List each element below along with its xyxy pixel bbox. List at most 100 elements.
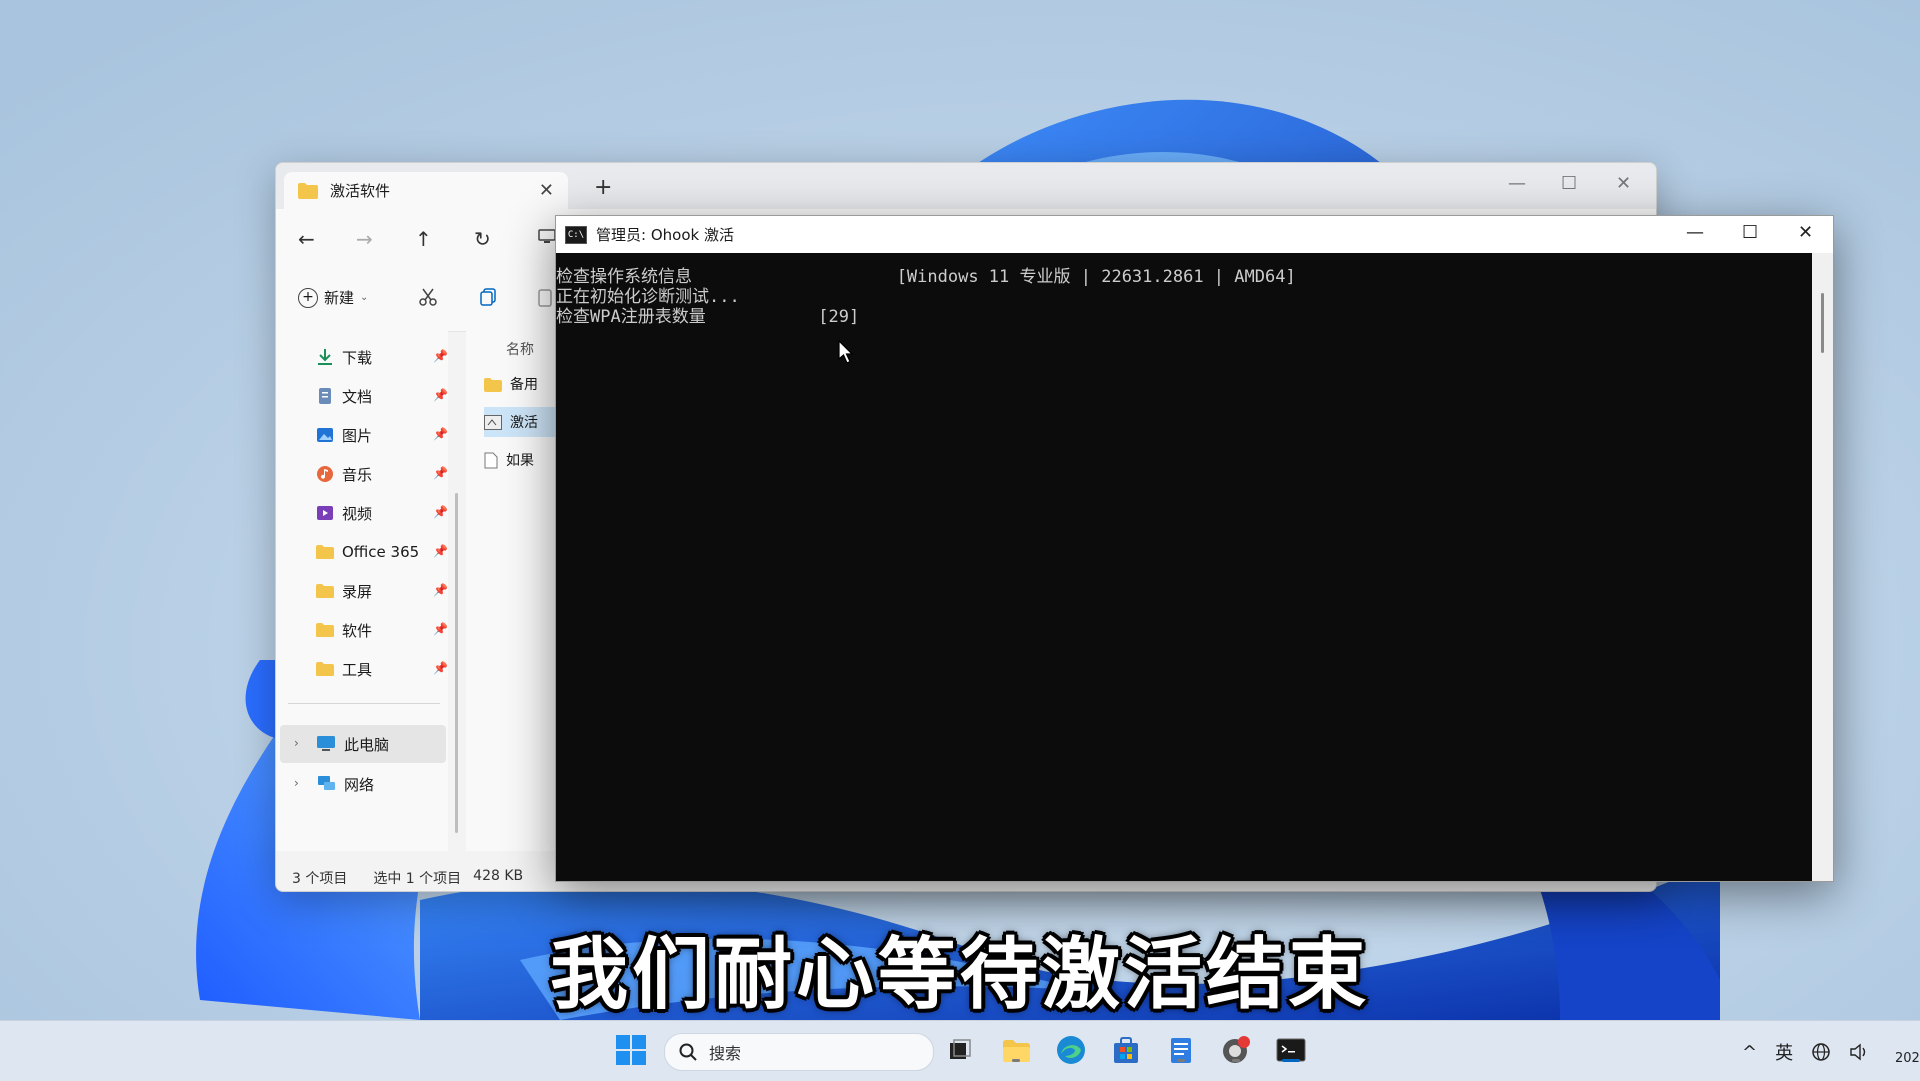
explorer-tab-title: 激活软件 bbox=[330, 182, 391, 200]
paste-icon[interactable] bbox=[538, 287, 552, 307]
forward-arrow-icon[interactable]: → bbox=[356, 227, 373, 251]
taskbar: 搜索 ^ 英 202 bbox=[0, 1020, 1920, 1081]
console-titlebar[interactable]: C:\ 管理员: Ohook 激活 — ☐ ✕ bbox=[556, 216, 1833, 253]
taskbar-search[interactable]: 搜索 bbox=[664, 1033, 934, 1071]
search-icon bbox=[679, 1043, 697, 1061]
edge-browser-icon[interactable] bbox=[1055, 1034, 1087, 1066]
file-explorer-taskbar-icon[interactable] bbox=[1000, 1034, 1032, 1066]
sidebar-item-music[interactable]: 音乐 📌 bbox=[316, 458, 448, 490]
sidebar-item-screen-recordings[interactable]: 录屏 📌 bbox=[316, 575, 448, 607]
new-button-label: 新建 bbox=[324, 289, 355, 307]
pin-icon: 📌 bbox=[433, 466, 448, 480]
sidebar-item-this-pc[interactable]: › 此电脑 bbox=[280, 725, 446, 763]
up-arrow-icon[interactable]: ↑ bbox=[415, 227, 432, 251]
folder-icon bbox=[316, 584, 334, 598]
sidebar-item-label: 视频 bbox=[342, 504, 373, 523]
running-indicator bbox=[1012, 1059, 1020, 1062]
item-count: 3 个项目 bbox=[292, 871, 348, 887]
notepad-icon[interactable] bbox=[1165, 1034, 1197, 1066]
chevron-down-icon: ⌄ bbox=[360, 292, 369, 303]
sidebar-divider bbox=[288, 703, 440, 704]
console-window[interactable]: C:\ 管理员: Ohook 激活 — ☐ ✕ 检查操作系统信息 [Window… bbox=[555, 215, 1834, 882]
console-title: 管理员: Ohook 激活 bbox=[596, 226, 734, 244]
refresh-icon[interactable]: ↻ bbox=[474, 227, 491, 251]
new-tab-button[interactable]: + bbox=[594, 175, 612, 200]
scrollbar-thumb[interactable] bbox=[1821, 293, 1824, 353]
pin-icon: 📌 bbox=[433, 505, 448, 519]
sidebar-item-downloads[interactable]: 下载 📌 bbox=[316, 341, 448, 373]
video-subtitle: 我们耐心等待激活结束 bbox=[549, 930, 1370, 1020]
sidebar-item-network[interactable]: › 网络 bbox=[280, 765, 446, 803]
globe-network-icon[interactable] bbox=[1811, 1042, 1831, 1062]
maximize-icon[interactable]: ☐ bbox=[1742, 222, 1758, 243]
sidebar-item-pictures[interactable]: 图片 📌 bbox=[316, 419, 448, 451]
column-header-name[interactable]: 名称 bbox=[506, 339, 534, 359]
task-view-icon[interactable] bbox=[944, 1034, 976, 1066]
recorder-app-icon[interactable] bbox=[1220, 1034, 1252, 1066]
volume-icon[interactable] bbox=[1849, 1042, 1869, 1062]
folder-icon bbox=[298, 182, 318, 199]
explorer-titlebar[interactable]: 激活软件 ✕ + — ☐ ✕ bbox=[276, 163, 1656, 209]
mouse-pointer-icon bbox=[838, 340, 854, 364]
ime-indicator[interactable]: 英 bbox=[1775, 1039, 1793, 1065]
close-icon[interactable]: ✕ bbox=[1616, 173, 1631, 194]
pin-icon: 📌 bbox=[433, 583, 448, 597]
terminal-icon[interactable] bbox=[1275, 1034, 1307, 1066]
sidebar-item-tools[interactable]: 工具 📌 bbox=[316, 653, 448, 685]
sidebar-item-documents[interactable]: 文档 📌 bbox=[316, 380, 448, 412]
selected-count: 选中 1 个项目 bbox=[373, 871, 462, 887]
file-name: 如果 bbox=[506, 453, 534, 469]
explorer-tab[interactable]: 激活软件 ✕ bbox=[284, 172, 568, 209]
sidebar-item-label: 软件 bbox=[342, 621, 373, 640]
chevron-right-icon[interactable]: › bbox=[294, 736, 299, 750]
sidebar-item-label: Office 365 bbox=[342, 543, 420, 561]
sidebar-item-label: 下载 bbox=[342, 348, 373, 367]
copy-icon[interactable] bbox=[478, 287, 498, 307]
maximize-icon[interactable]: ☐ bbox=[1561, 173, 1577, 194]
close-tab-icon[interactable]: ✕ bbox=[539, 180, 554, 201]
folder-icon bbox=[316, 662, 334, 676]
active-indicator bbox=[1282, 1059, 1300, 1062]
running-indicator bbox=[1177, 1059, 1185, 1062]
start-windows-icon[interactable] bbox=[616, 1035, 646, 1065]
console-output[interactable]: 检查操作系统信息 [Windows 11 专业版 | 22631.2861 | … bbox=[556, 253, 1812, 881]
console-line: 正在初始化诊断测试... bbox=[556, 287, 740, 307]
sidebar-item-software[interactable]: 软件 📌 bbox=[316, 614, 448, 646]
cmd-icon: C:\ bbox=[565, 225, 587, 244]
clock-partial[interactable]: 202 bbox=[1895, 1051, 1920, 1066]
chevron-up-icon[interactable]: ^ bbox=[1742, 1042, 1757, 1063]
close-icon[interactable]: ✕ bbox=[1798, 222, 1813, 243]
sidebar-item-label: 网络 bbox=[344, 776, 375, 794]
document-icon bbox=[319, 388, 331, 404]
console-scrollbar[interactable] bbox=[1812, 253, 1833, 881]
back-arrow-icon[interactable]: ← bbox=[298, 227, 315, 251]
pin-icon: 📌 bbox=[433, 349, 448, 363]
folder-icon bbox=[316, 545, 334, 559]
computer-icon bbox=[317, 736, 335, 751]
navigation-pane: 下载 📌 文档 📌 图片 📌 音乐 📌 视频 📌 Office 365 📌 录屏… bbox=[276, 331, 448, 851]
microsoft-store-icon[interactable] bbox=[1110, 1034, 1142, 1066]
chevron-right-icon[interactable]: › bbox=[294, 776, 299, 790]
sidebar-item-label: 工具 bbox=[342, 660, 373, 679]
new-button[interactable]: + 新建 ⌄ bbox=[298, 287, 368, 308]
pin-icon: 📌 bbox=[433, 622, 448, 636]
sidebar-item-office365[interactable]: Office 365 📌 bbox=[316, 536, 448, 568]
computer-icon[interactable] bbox=[538, 229, 556, 245]
folder-icon bbox=[484, 377, 502, 392]
script-icon bbox=[484, 414, 502, 430]
sidebar-item-videos[interactable]: 视频 📌 bbox=[316, 497, 448, 529]
console-line: 检查WPA注册表数量 [29] bbox=[556, 307, 860, 327]
minimize-icon[interactable]: — bbox=[1686, 222, 1704, 243]
search-placeholder: 搜索 bbox=[709, 1044, 742, 1063]
pin-icon: 📌 bbox=[433, 427, 448, 441]
cut-icon[interactable] bbox=[418, 287, 438, 307]
pin-icon: 📌 bbox=[433, 388, 448, 402]
sidebar-item-label: 音乐 bbox=[342, 465, 373, 484]
download-icon bbox=[318, 349, 332, 365]
sidebar-scrollbar[interactable] bbox=[455, 493, 458, 833]
selected-size: 428 KB bbox=[473, 868, 524, 884]
music-icon bbox=[317, 466, 333, 482]
system-tray: ^ 英 bbox=[1742, 1039, 1869, 1065]
minimize-icon[interactable]: — bbox=[1508, 173, 1526, 194]
video-icon bbox=[317, 506, 333, 520]
